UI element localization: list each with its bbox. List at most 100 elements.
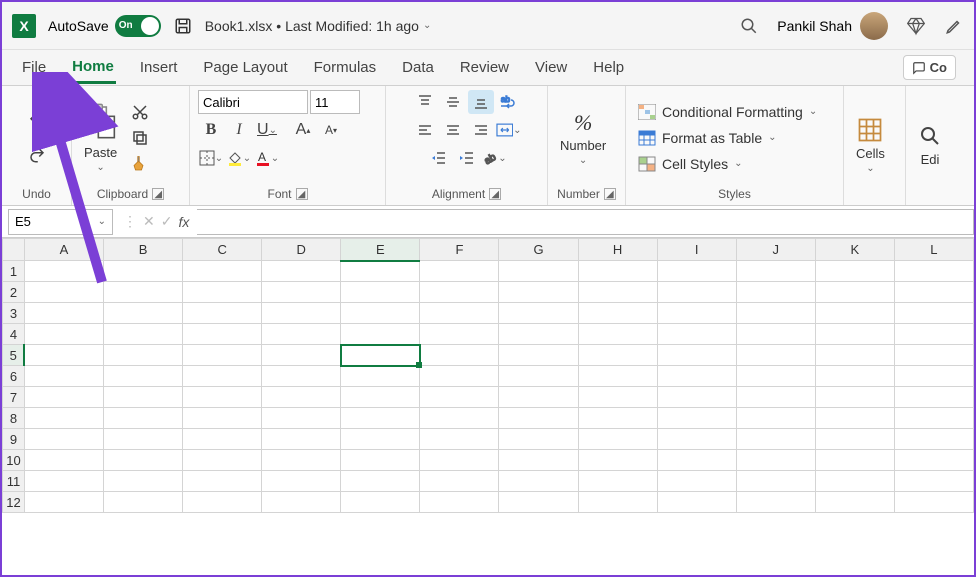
- cell[interactable]: [894, 345, 973, 366]
- cell[interactable]: [736, 492, 815, 513]
- cell[interactable]: [341, 324, 420, 345]
- tab-file[interactable]: File: [20, 53, 48, 82]
- cell[interactable]: [341, 450, 420, 471]
- conditional-formatting-button[interactable]: Conditional Formatting⌄: [634, 102, 821, 122]
- font-size-select[interactable]: [310, 90, 360, 114]
- cell[interactable]: [24, 324, 103, 345]
- cell[interactable]: [183, 450, 262, 471]
- cell[interactable]: [24, 345, 103, 366]
- cell[interactable]: [183, 324, 262, 345]
- cell[interactable]: [499, 303, 578, 324]
- cell[interactable]: [420, 450, 499, 471]
- cell[interactable]: [499, 282, 578, 303]
- cell[interactable]: [657, 408, 736, 429]
- tab-data[interactable]: Data: [400, 53, 436, 82]
- cell[interactable]: [894, 366, 973, 387]
- cell[interactable]: [736, 450, 815, 471]
- copy-button[interactable]: [127, 126, 153, 150]
- cell[interactable]: [499, 450, 578, 471]
- cell[interactable]: [262, 492, 341, 513]
- cell[interactable]: [736, 429, 815, 450]
- editing-button[interactable]: Edi: [914, 118, 946, 171]
- clipboard-dialog-launcher[interactable]: ◢: [152, 188, 164, 200]
- cell[interactable]: [183, 303, 262, 324]
- orientation-button[interactable]: ab⌄: [482, 146, 508, 170]
- cell[interactable]: [262, 303, 341, 324]
- cell[interactable]: [578, 261, 657, 282]
- cell[interactable]: [262, 366, 341, 387]
- cell[interactable]: [104, 324, 183, 345]
- cell[interactable]: [24, 366, 103, 387]
- align-right-button[interactable]: [468, 118, 494, 142]
- cell[interactable]: [657, 261, 736, 282]
- cell[interactable]: [104, 408, 183, 429]
- cell[interactable]: [736, 471, 815, 492]
- cell[interactable]: [894, 324, 973, 345]
- row-header[interactable]: 8: [3, 408, 25, 429]
- paste-button[interactable]: Paste ⌄: [80, 99, 121, 177]
- fx-icon[interactable]: fx: [178, 214, 189, 230]
- cell[interactable]: [815, 324, 894, 345]
- cell[interactable]: [499, 471, 578, 492]
- column-header[interactable]: G: [499, 239, 578, 261]
- cell[interactable]: [183, 387, 262, 408]
- cell[interactable]: [736, 303, 815, 324]
- autosave-toggle[interactable]: On: [115, 15, 161, 37]
- cell[interactable]: [262, 408, 341, 429]
- column-header[interactable]: F: [420, 239, 499, 261]
- cell[interactable]: [420, 282, 499, 303]
- cell[interactable]: [815, 429, 894, 450]
- cell[interactable]: [815, 450, 894, 471]
- cell[interactable]: [657, 345, 736, 366]
- cell[interactable]: [24, 303, 103, 324]
- cell[interactable]: [420, 429, 499, 450]
- column-header[interactable]: C: [183, 239, 262, 261]
- cell[interactable]: [341, 261, 420, 282]
- select-all-corner[interactable]: [3, 239, 25, 261]
- row-header[interactable]: 5: [3, 345, 25, 366]
- cell[interactable]: [815, 282, 894, 303]
- column-header[interactable]: B: [104, 239, 183, 261]
- row-header[interactable]: 10: [3, 450, 25, 471]
- cell[interactable]: [341, 282, 420, 303]
- cell[interactable]: [578, 366, 657, 387]
- cell[interactable]: [262, 387, 341, 408]
- cell[interactable]: [657, 324, 736, 345]
- cell[interactable]: [815, 366, 894, 387]
- cell[interactable]: [341, 408, 420, 429]
- row-header[interactable]: 4: [3, 324, 25, 345]
- cell[interactable]: [894, 471, 973, 492]
- cell[interactable]: [578, 429, 657, 450]
- fill-color-button[interactable]: ⌄: [226, 146, 252, 170]
- cell[interactable]: [341, 429, 420, 450]
- column-header[interactable]: J: [736, 239, 815, 261]
- cell[interactable]: [578, 492, 657, 513]
- align-left-button[interactable]: [412, 118, 438, 142]
- cell[interactable]: [657, 366, 736, 387]
- cell[interactable]: [262, 324, 341, 345]
- worksheet-grid[interactable]: ABCDEFGHIJKL123456789101112: [2, 238, 974, 575]
- font-name-select[interactable]: [198, 90, 308, 114]
- tab-view[interactable]: View: [533, 53, 569, 82]
- column-header[interactable]: H: [578, 239, 657, 261]
- underline-button[interactable]: U⌄: [254, 118, 280, 142]
- cell[interactable]: [341, 345, 420, 366]
- cell[interactable]: [657, 303, 736, 324]
- formula-input[interactable]: [197, 209, 974, 235]
- cell[interactable]: [104, 492, 183, 513]
- cell[interactable]: [894, 303, 973, 324]
- autosave-control[interactable]: AutoSave On: [48, 15, 161, 37]
- row-header[interactable]: 2: [3, 282, 25, 303]
- cell[interactable]: [420, 261, 499, 282]
- alignment-dialog-launcher[interactable]: ◢: [489, 188, 501, 200]
- cell[interactable]: [499, 408, 578, 429]
- shrink-font-button[interactable]: A▾: [318, 118, 344, 142]
- cell[interactable]: [341, 366, 420, 387]
- cell[interactable]: [578, 471, 657, 492]
- cell[interactable]: [341, 303, 420, 324]
- cell[interactable]: [24, 492, 103, 513]
- diamond-icon[interactable]: [906, 16, 926, 36]
- decrease-indent-button[interactable]: [426, 146, 452, 170]
- cell[interactable]: [24, 282, 103, 303]
- align-center-button[interactable]: [440, 118, 466, 142]
